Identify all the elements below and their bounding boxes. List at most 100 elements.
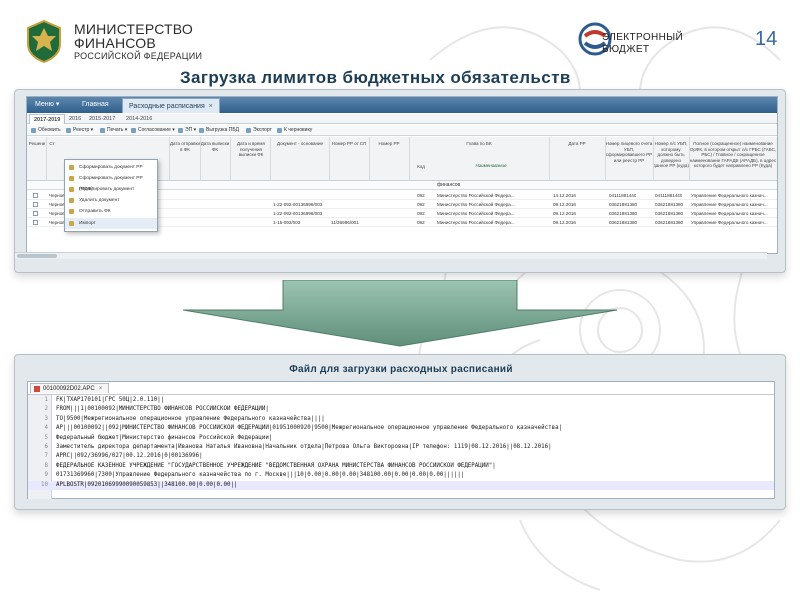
close-icon[interactable]: × bbox=[209, 103, 213, 110]
menu-item-delete-document[interactable]: Удалить документ bbox=[65, 195, 157, 206]
editor-tab-filename: 00100092D02.APC bbox=[43, 386, 95, 392]
code-line[interactable]: 3 TO|9500|Межрегиональное операционное уп… bbox=[28, 415, 774, 424]
to-draft-button[interactable]: К черновику bbox=[276, 126, 312, 135]
row-account-target: 03621881380 bbox=[655, 202, 684, 207]
export-button[interactable]: Экспорт bbox=[245, 126, 272, 135]
ministry-emblem-logo bbox=[27, 19, 61, 64]
registry-dropdown-menu: Сформировать документ РР Сформировать до… bbox=[64, 159, 158, 232]
row-basis-document: 1-15-092/003 bbox=[273, 220, 301, 225]
row-chapter-name: Министерство Российской Федера... bbox=[437, 211, 515, 216]
editor-body[interactable]: 1 FK|TXAP170101|ГРС 50Ц|2.0.110|| 2 FROM|||… bbox=[28, 394, 774, 499]
ministry-name-line1: МИНИСТЕРСТВО bbox=[74, 21, 193, 37]
menu-item-import[interactable]: Импорт bbox=[65, 218, 157, 229]
code-line-text: ФЕДЕРАЛЬНОЕ КАЗЕННОЕ УЧРЕЖДЕНИЕ "ГОСУДАР… bbox=[56, 462, 496, 469]
code-line[interactable]: 10 APLBOSTR|09201069990090059853||348100.… bbox=[28, 480, 774, 490]
file-panel: Файл для загрузки расходных расписаний 0… bbox=[14, 354, 786, 510]
row-account-target: 03621881380 bbox=[655, 211, 684, 216]
year-tabs: 2017-2019 2016 2015-2017 2014-2016 bbox=[27, 114, 777, 124]
code-line[interactable]: 5 Федеральный бюджет|Министерство финансо… bbox=[28, 434, 774, 443]
col-header-code: Код bbox=[417, 164, 425, 169]
refresh-button[interactable]: Обновить bbox=[30, 126, 61, 135]
signature-button[interactable]: ЭП ▾ bbox=[177, 126, 196, 135]
col-header-date-sent-fk: Дата отправки в ФК bbox=[170, 141, 200, 152]
code-line-text: 01731369960|7300|Управление Федерального… bbox=[56, 472, 465, 479]
code-line-text: Федеральный бюджет|Министерство финансов… bbox=[56, 434, 273, 441]
tab-expense-schedules[interactable]: Расходные расписания × bbox=[122, 98, 220, 113]
line-number: 6 bbox=[44, 444, 49, 450]
approval-button[interactable]: Согласование ▾ bbox=[130, 126, 175, 135]
slide-title: Загрузка лимитов бюджетных обязательств bbox=[180, 68, 571, 87]
year-tab-2017-2019[interactable]: 2017-2019 bbox=[29, 114, 66, 124]
top-navigation-bar: Меню ▾ Главная Расходные расписания × bbox=[27, 97, 777, 113]
line-number: 4 bbox=[44, 425, 49, 432]
editor-tab-file[interactable]: 00100092D02.APC × bbox=[30, 383, 110, 393]
col-header-date-rr: Дата РР bbox=[568, 141, 586, 146]
line-number: 2 bbox=[44, 406, 49, 413]
col-header-basis-document: Документ - основание bbox=[276, 141, 324, 146]
row-chapter-name: Министерство Российской Федера... bbox=[437, 220, 515, 225]
close-icon[interactable]: × bbox=[99, 386, 103, 392]
horizontal-scrollbar[interactable] bbox=[15, 252, 767, 259]
code-line[interactable]: 1 FK|TXAP170101|ГРС 50Ц|2.0.110|| bbox=[28, 396, 774, 405]
code-line[interactable]: 8 ФЕДЕРАЛЬНОЕ КАЗЕННОЕ УЧРЕЖДЕНИЕ "ГОСУДА… bbox=[28, 462, 774, 471]
row-account: 03621881380 bbox=[609, 211, 638, 216]
code-line[interactable]: 2 FROM|||1|00100092|МИНИСТЕРСТВО ФИНАНСОВ… bbox=[28, 405, 774, 414]
code-line-text: Заместитель директора департамента|Ивано… bbox=[56, 444, 552, 450]
row-date-rr: 09.12.2016 bbox=[553, 211, 576, 216]
code-line-text: FROM|||1|00100092|МИНИСТЕРСТВО ФИНАНСОВ … bbox=[56, 406, 269, 413]
row-number-sp: 11/36996/001 bbox=[331, 220, 359, 225]
line-number: 3 bbox=[44, 415, 49, 422]
app-window: Меню ▾ Главная Расходные расписания × 201… bbox=[26, 96, 778, 254]
row-basis-document: 1-22-092-00136996/003 bbox=[273, 211, 323, 216]
row-code: 092 bbox=[417, 202, 425, 207]
menu-item-edit-document[interactable]: Редактировать документ bbox=[65, 184, 157, 195]
tab-expense-schedules-label: Расходные расписания bbox=[129, 103, 205, 110]
code-line[interactable]: 7 APRC||092/36996/027|00.12.2016|0|001369… bbox=[28, 452, 774, 461]
row-checkbox[interactable] bbox=[33, 193, 38, 198]
col-header-status: Ст bbox=[49, 141, 55, 146]
row-code: 092 bbox=[417, 193, 425, 198]
menu-button[interactable]: Меню ▾ bbox=[35, 97, 59, 113]
col-header-date-statement-fk: Дата выписки ФК bbox=[200, 141, 230, 152]
line-number: 9 bbox=[44, 472, 49, 479]
row-account: 03621881380 bbox=[609, 202, 638, 207]
year-tab-2015-2017[interactable]: 2015-2017 bbox=[85, 114, 119, 124]
col-header-name: Наименование bbox=[475, 163, 507, 168]
code-line-text: APLBOSTR|09201069990090059853||348100.00… bbox=[56, 481, 238, 488]
row-date-rr: 14.12.2016 bbox=[553, 193, 576, 198]
print-button[interactable]: Печать ▾ bbox=[99, 126, 127, 135]
col-header-account-target: Номер л/с УБП, которому должно быть дове… bbox=[653, 141, 689, 168]
year-tab-2014-2016[interactable]: 2014-2016 bbox=[122, 114, 156, 124]
slide-page-number: 14 bbox=[755, 28, 778, 50]
registry-button[interactable]: Реестр ▾ bbox=[65, 126, 93, 135]
year-tab-2016[interactable]: 2016 bbox=[65, 114, 85, 124]
code-line-text: TO|9500|Межрегиональное операционное упр… bbox=[56, 415, 325, 422]
line-number: 7 bbox=[44, 453, 49, 460]
row-org-name: Управление Федерального казнач... bbox=[691, 211, 768, 216]
row-checkbox[interactable] bbox=[33, 211, 38, 216]
scroll-thumb[interactable] bbox=[17, 254, 57, 258]
col-header-number-sp: Номер РР от СП bbox=[331, 141, 367, 146]
row-org-name: Управление Федерального казнач... bbox=[691, 193, 768, 198]
row-checkbox[interactable] bbox=[33, 220, 38, 225]
code-line[interactable]: 6 Заместитель директора департамента|Иван… bbox=[28, 443, 774, 452]
filter-input-name[interactable]: финансов bbox=[437, 182, 460, 188]
export-pbd-button[interactable]: Выгрузка ПБД bbox=[198, 126, 239, 135]
down-arrow bbox=[183, 280, 617, 347]
row-checkbox[interactable] bbox=[33, 202, 38, 207]
row-org-name: Управление Федерального казнач... bbox=[691, 202, 768, 207]
menu-item-create-document-pof[interactable]: Сформировать документ РР (ПОФ) bbox=[65, 173, 157, 192]
code-line-text: APRC||092/36996/027|00.12.2016|0|0013699… bbox=[56, 453, 203, 460]
menu-item-create-document[interactable]: Сформировать документ РР bbox=[65, 162, 157, 173]
toolbar: Обновить Реестр ▾ Печать ▾ Согласование … bbox=[27, 125, 777, 136]
col-header-chapter-bk: Глава по БК bbox=[466, 141, 492, 146]
code-line[interactable]: 4 AP|||00100092||092|МИНИСТЕРСТВО ФИНАНСО… bbox=[28, 424, 774, 433]
row-basis-document: 1-22-092-00136996/003 bbox=[273, 202, 323, 207]
row-org-name: Управление Федерального казнач... bbox=[691, 220, 768, 225]
row-account: 04111881440 bbox=[609, 193, 637, 198]
menu-item-send-fk[interactable]: Отправить ФК bbox=[65, 206, 157, 217]
code-line[interactable]: 9 01731369960|7300|Управление Федеральног… bbox=[28, 471, 774, 480]
documents-grid: Решени Ст Дата отправки в ФК Дата выписк… bbox=[27, 137, 777, 254]
home-link[interactable]: Главная bbox=[82, 97, 109, 113]
ministry-name: МИНИСТЕРСТВО ФИНАНСОВ РОССИЙСКОЙ ФЕДЕРАЦ… bbox=[74, 22, 202, 62]
